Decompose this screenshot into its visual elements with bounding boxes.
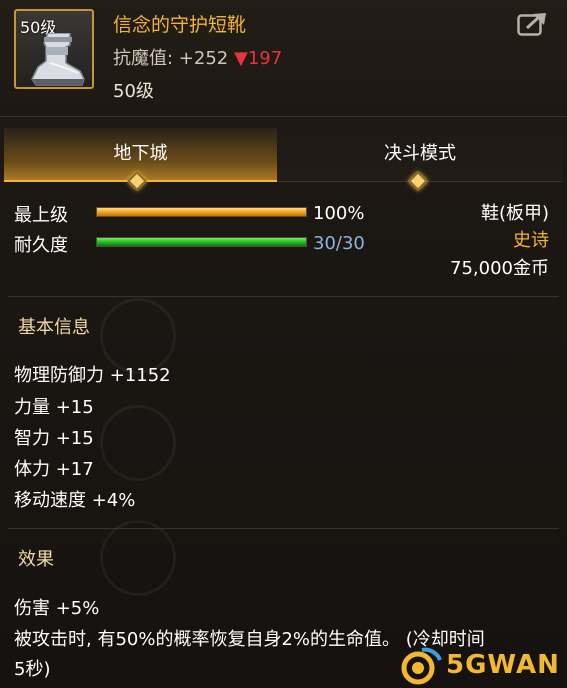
top-level-value: 100% [313, 203, 365, 224]
mode-tabs: 地下城 决斗模式 [4, 128, 563, 182]
item-name: 信念的守护短靴 [113, 14, 247, 36]
item-rarity: 史诗 [513, 230, 549, 251]
attribute-line: 移动速度 +4% [14, 490, 136, 511]
item-icon-frame[interactable]: 50级 [14, 9, 94, 89]
durability-value: 30/30 [313, 233, 365, 254]
boots-icon [31, 33, 85, 86]
durability-bar [96, 237, 307, 247]
header-divider [0, 116, 567, 117]
basic-info-title: 基本信息 [18, 317, 90, 338]
magic-resist-label: 抗魔值: +252 [113, 48, 229, 69]
attribute-line: 力量 +15 [14, 397, 94, 418]
attribute-line: 体力 +17 [14, 459, 94, 480]
item-type: 鞋(板甲) [480, 203, 549, 224]
watermark-swirl-icon [401, 647, 442, 685]
item-level: 50级 [113, 81, 154, 102]
item-price: 75,000金币 [450, 258, 549, 279]
decrease-arrow-icon: ▼ [233, 48, 248, 69]
attribute-line: 智力 +15 [14, 428, 94, 449]
top-level-label: 最上级 [14, 205, 68, 226]
effects-title: 效果 [18, 549, 54, 570]
background-emblem [100, 520, 176, 596]
effect-line: 伤害 +5% [14, 598, 100, 619]
magic-resist-stat: 抗魔值: +252 ▼197 [113, 44, 282, 70]
share-icon[interactable] [517, 11, 549, 37]
item-header: 50级 信念的守护短靴 抗魔值: +252 ▼197 50级 [0, 0, 567, 116]
section-divider [8, 296, 559, 297]
item-tooltip-panel: 50级 信念的守护短靴 抗魔值: +252 ▼197 50级 地下城 决斗模式 … [0, 0, 567, 688]
magic-resist-compare: 197 [247, 48, 283, 69]
top-level-bar-fill [97, 208, 306, 216]
top-level-bar [96, 207, 307, 217]
durability-bar-fill [97, 238, 306, 246]
watermark-text: 5GWAN [446, 650, 560, 680]
effect-line: 5秒) [14, 659, 51, 680]
durability-label: 耐久度 [14, 235, 68, 256]
watermark-logo: 5GWAN [398, 646, 563, 686]
background-emblem [100, 405, 176, 481]
attribute-line: 物理防御力 +1152 [14, 365, 171, 386]
section-divider [8, 528, 559, 529]
